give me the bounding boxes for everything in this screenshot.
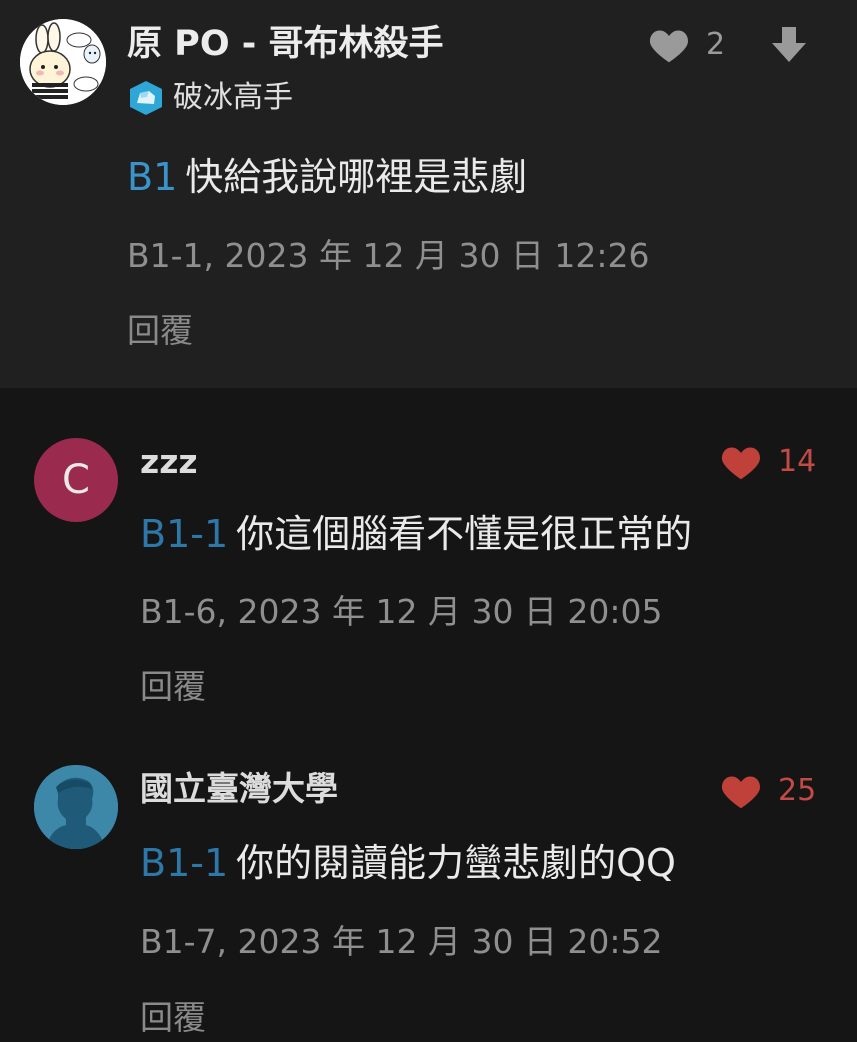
reply-like[interactable]: 14: [720, 442, 816, 482]
op-content-text: 快給我說哪裡是悲劇: [185, 155, 528, 199]
reply-button[interactable]: 回覆: [140, 996, 206, 1040]
op-like[interactable]: 2: [648, 25, 725, 65]
floor-ref-link[interactable]: B1-1: [140, 512, 228, 556]
reply-username[interactable]: 國立臺灣大學: [140, 767, 338, 811]
reply-like-count: 14: [778, 444, 817, 479]
reply-meta: B1-6, 2023 年 12 月 30 日 20:05: [140, 592, 663, 631]
school-silhouette-icon: [34, 765, 118, 849]
ice-cube-icon: [130, 81, 162, 115]
reply-username[interactable]: zzz: [140, 440, 198, 484]
reply-meta: B1-7, 2023 年 12 月 30 日 20:52: [140, 922, 663, 961]
arrow-down-icon[interactable]: [768, 25, 810, 65]
op-meta: B1-1, 2023 年 12 月 30 日 12:26: [127, 236, 650, 275]
reply-content: B1-1 你這個腦看不懂是很正常的: [140, 509, 692, 559]
op-author-name[interactable]: 原 PO - 哥布林殺手: [127, 22, 444, 66]
avatar[interactable]: C: [34, 438, 118, 522]
floor-ref-link[interactable]: B1-1: [140, 841, 228, 885]
reply-like[interactable]: 25: [720, 771, 816, 811]
op-comment: 原 PO - 哥布林殺手 破冰高手 2 B1 快給我說哪裡是悲劇 B1-1, 20…: [0, 0, 857, 388]
author-badge: 破冰高手: [127, 78, 293, 118]
op-avatar[interactable]: [20, 19, 106, 105]
reply-content-text: 你的閱讀能力蠻悲劇的QQ: [236, 841, 676, 885]
heart-icon[interactable]: [648, 26, 690, 64]
op-like-count: 2: [706, 27, 726, 62]
op-reply-button[interactable]: 回覆: [127, 309, 193, 353]
badge-label: 破冰高手: [173, 80, 293, 115]
floor-ref-link[interactable]: B1: [127, 155, 177, 199]
heart-icon[interactable]: [720, 443, 762, 481]
op-content: B1 快給我說哪裡是悲劇: [127, 152, 527, 202]
avatar[interactable]: [34, 765, 118, 849]
bunny-sticker-icon: [20, 19, 106, 105]
reply-content-text: 你這個腦看不懂是很正常的: [236, 512, 693, 556]
reply-content: B1-1 你的閱讀能力蠻悲劇的QQ: [140, 838, 676, 888]
reply-button[interactable]: 回覆: [140, 665, 206, 709]
comment-thread: 原 PO - 哥布林殺手 破冰高手 2 B1 快給我說哪裡是悲劇 B1-1, 20…: [0, 0, 857, 1042]
reply-like-count: 25: [778, 773, 817, 808]
heart-icon[interactable]: [720, 772, 762, 810]
